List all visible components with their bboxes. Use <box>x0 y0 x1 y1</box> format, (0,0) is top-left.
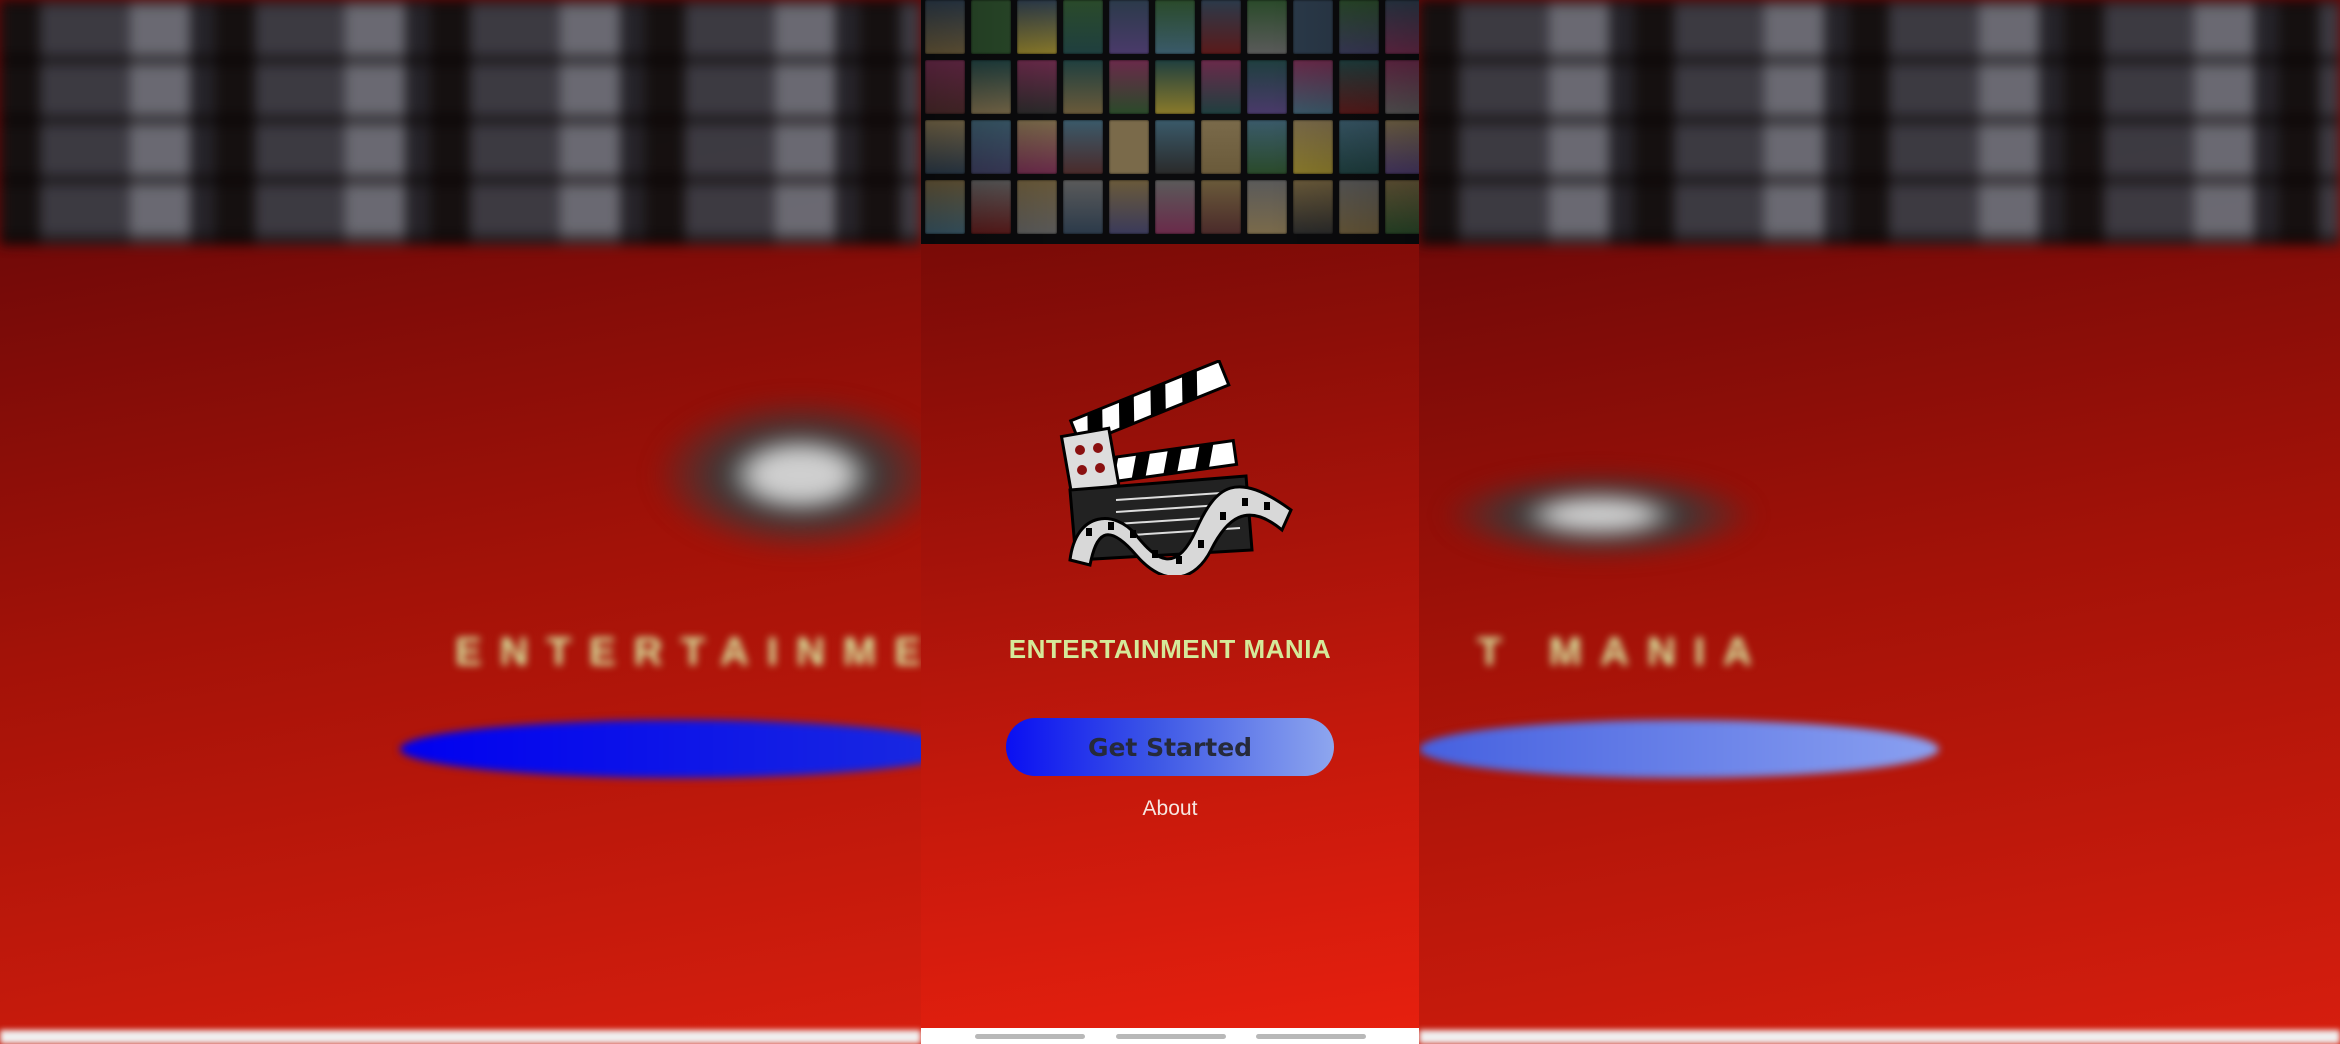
movie-poster <box>1063 180 1103 234</box>
movie-poster <box>1339 180 1379 234</box>
movie-poster <box>1109 180 1149 234</box>
movie-poster <box>1293 180 1333 234</box>
movie-poster <box>1293 120 1333 174</box>
movie-poster <box>1293 60 1333 114</box>
clapperboard-with-film-reel-icon <box>1056 358 1301 579</box>
movie-poster <box>1063 60 1103 114</box>
movie-poster <box>925 180 965 234</box>
movie-poster <box>1201 0 1241 54</box>
movie-poster <box>1385 180 1419 234</box>
movie-poster <box>1201 60 1241 114</box>
movie-poster <box>1109 0 1149 54</box>
movie-poster <box>1063 120 1103 174</box>
movie-poster <box>971 180 1011 234</box>
movie-poster <box>971 60 1011 114</box>
movie-poster <box>1155 120 1195 174</box>
movie-poster <box>1155 60 1195 114</box>
blurred-title: ENTERTAINMENT MANIA <box>455 630 921 674</box>
movie-poster <box>1155 0 1195 54</box>
poster-row <box>921 180 1419 234</box>
movie-poster <box>1017 180 1057 234</box>
movie-poster <box>1385 60 1419 114</box>
movie-poster <box>971 120 1011 174</box>
movie-poster <box>971 0 1011 54</box>
movie-poster <box>1109 120 1149 174</box>
nav-pill[interactable] <box>1115 1033 1226 1039</box>
about-link[interactable]: About <box>921 797 1419 821</box>
movie-poster <box>1017 120 1057 174</box>
nav-pill[interactable] <box>975 1033 1085 1039</box>
blurred-nav <box>1419 1030 2340 1044</box>
movie-poster <box>1247 60 1287 114</box>
movie-poster <box>1017 0 1057 54</box>
poster-row <box>921 0 1419 54</box>
poster-row <box>921 120 1419 174</box>
movie-poster-banner <box>921 0 1419 244</box>
blurred-logo <box>1439 470 1759 560</box>
movie-poster <box>1385 120 1419 174</box>
app-title: ENTERTAINMENT MANIA <box>1008 634 1332 664</box>
movie-poster <box>1247 0 1287 54</box>
blurred-button <box>400 720 921 778</box>
blurred-logo <box>650 395 921 555</box>
movie-poster <box>1109 60 1149 114</box>
app-screen: ENTERTAINMENT MANIA Get Started About <box>921 0 1419 1044</box>
blurred-poster-wall <box>0 0 921 245</box>
movie-poster <box>1293 0 1333 54</box>
movie-poster <box>1201 180 1241 234</box>
gesture-navigation-bar <box>921 1028 1419 1044</box>
movie-poster <box>1339 60 1379 114</box>
movie-poster <box>925 60 965 114</box>
movie-poster <box>1063 0 1103 54</box>
movie-poster <box>1201 120 1241 174</box>
movie-poster <box>925 0 965 54</box>
blurred-nav <box>0 1030 921 1044</box>
blurred-poster-wall <box>1419 0 2340 245</box>
movie-poster <box>1247 180 1287 234</box>
nav-pill[interactable] <box>1256 1033 1366 1039</box>
movie-poster <box>1385 0 1419 54</box>
poster-row <box>921 60 1419 114</box>
movie-poster <box>1247 120 1287 174</box>
get-started-button[interactable]: Get Started <box>1006 718 1334 776</box>
movie-poster <box>1017 60 1057 114</box>
movie-poster <box>1155 180 1195 234</box>
blurred-backdrop-left: ENTERTAINMENT MANIA <box>0 0 921 1044</box>
movie-poster <box>1339 0 1379 54</box>
movie-poster <box>1339 120 1379 174</box>
blurred-title: T MANIA <box>1419 630 1770 674</box>
blurred-backdrop-right: T MANIA <box>1419 0 2340 1044</box>
movie-poster <box>925 120 965 174</box>
blurred-button <box>1419 720 1939 778</box>
